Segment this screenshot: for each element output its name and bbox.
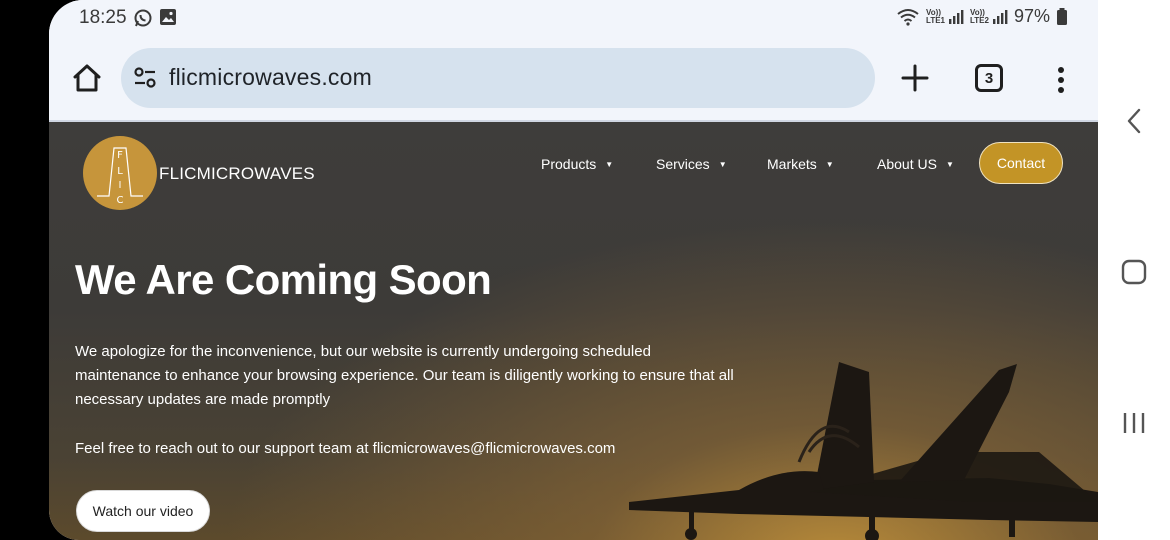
nav-services-label: Services [656,156,710,172]
home-icon[interactable] [67,58,107,98]
lte1-label-bottom: LTE1 [926,15,945,25]
recents-icon [1123,413,1145,433]
plus-icon[interactable] [899,58,931,98]
contact-button[interactable]: Contact [979,142,1063,184]
browser-toolbar: flicmicrowaves.com 3 [49,36,1098,122]
logo-letter-f: F [117,150,123,161]
watch-video-button[interactable]: Watch our video [76,490,210,532]
more-vert-icon[interactable] [1049,64,1073,96]
site-logo[interactable]: F L I C [83,136,157,210]
maintenance-paragraph: We apologize for the inconvenience, but … [75,343,734,408]
caret-down-icon: ▼ [825,159,834,169]
wifi-icon [897,8,919,26]
brand-name[interactable]: FLICMICROWAVES [159,164,315,184]
nav-services[interactable]: Services ▼ [656,156,727,172]
page-headline: We Are Coming Soon [75,256,492,303]
logo-letter-l: L [117,166,123,177]
tab-count: 3 [984,69,994,87]
back-button[interactable] [1098,104,1170,138]
status-time: 18:25 [79,7,127,28]
back-icon [1127,108,1141,134]
phone-screen: 18:25 Vo)) LTE1 Vo)) LTE2 97% flicmicrow… [49,0,1098,540]
battery-icon [1057,7,1067,25]
lte1-signal-icon: Vo)) LTE1 [926,8,964,25]
battery-percent: 97% [1013,6,1050,26]
nav-about-label: About US [877,156,937,172]
url-text[interactable]: flicmicrowaves.com [169,64,372,91]
notification-icons [133,8,177,28]
status-bar: 18:25 Vo)) LTE1 Vo)) LTE2 97% [49,0,1098,36]
tabs-icon[interactable]: 3 [975,64,1003,92]
logo-mark: F L I C [97,147,143,206]
nav-about-us[interactable]: About US ▼ [877,156,954,172]
recents-button[interactable] [1098,408,1170,438]
caret-down-icon: ▼ [718,159,727,169]
nav-markets[interactable]: Markets ▼ [767,156,834,172]
address-bar[interactable]: flicmicrowaves.com [121,48,875,108]
system-nav-bar [1098,0,1170,540]
caret-down-icon: ▼ [605,159,614,169]
nav-products[interactable]: Products ▼ [541,156,613,172]
status-right: Vo)) LTE1 Vo)) LTE2 97% [896,6,1068,27]
nav-products-label: Products [541,156,597,172]
image-icon [160,9,176,25]
home-square-icon [1121,259,1147,285]
hero-section: F L I C FLICMICROWAVES Products ▼ Service… [49,122,1098,540]
logo-letter-i: I [119,180,122,191]
site-settings-icon[interactable] [133,67,157,89]
home-nav-button[interactable] [1098,257,1170,287]
lte2-label-bottom: LTE2 [970,15,989,25]
nav-markets-label: Markets [767,156,817,172]
caret-down-icon: ▼ [945,159,954,169]
lte2-signal-icon: Vo)) LTE2 [970,8,1008,25]
whatsapp-icon [134,9,152,27]
logo-letter-c: C [117,195,124,206]
support-text: Feel free to reach out to our support te… [75,440,616,457]
